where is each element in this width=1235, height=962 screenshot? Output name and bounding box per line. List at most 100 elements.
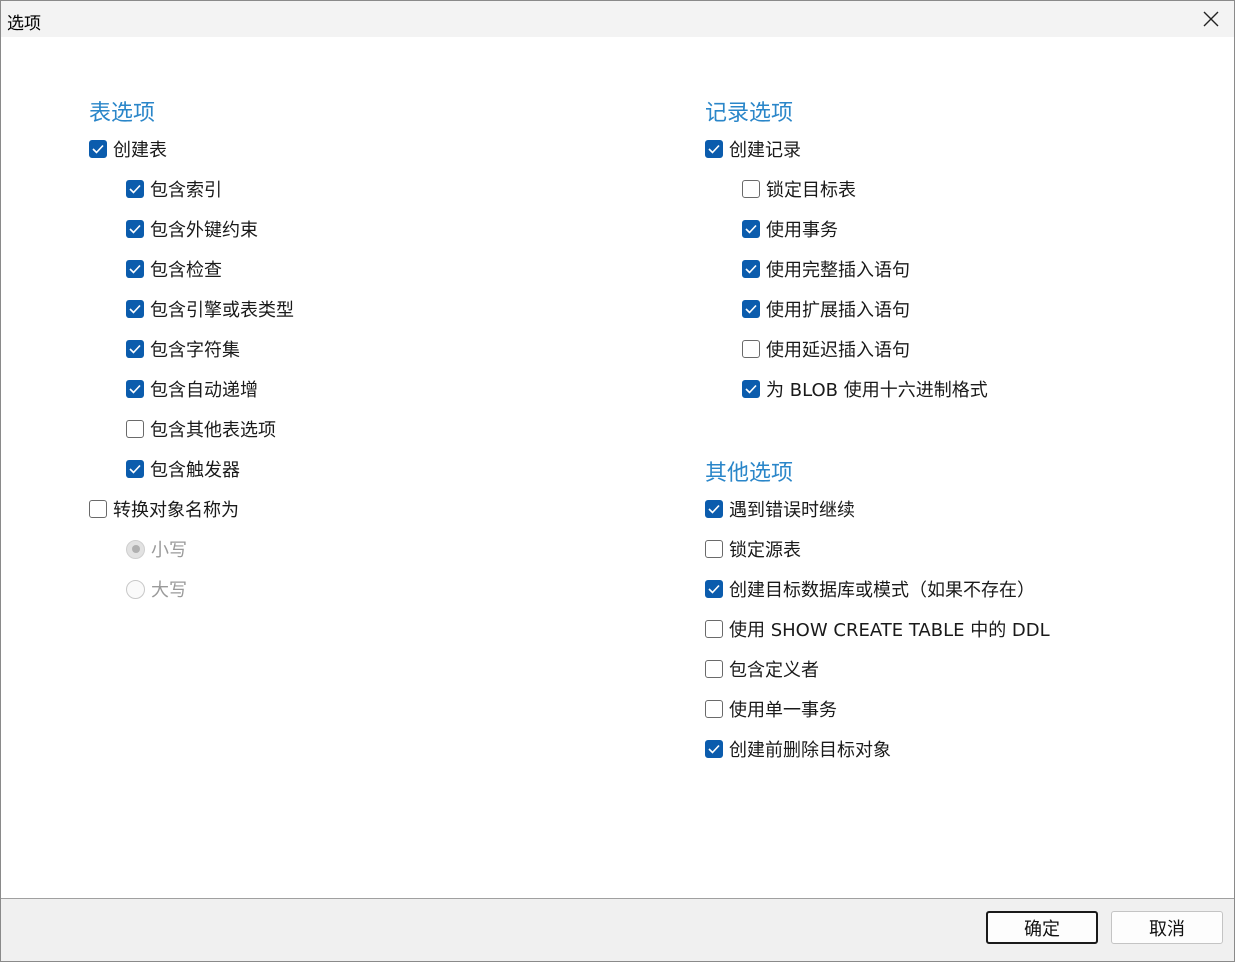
include-charset-checkbox[interactable] (126, 340, 144, 358)
use-transaction-label: 使用事务 (766, 220, 838, 241)
include-definer-label: 包含定义者 (729, 660, 819, 681)
include-triggers-label: 包含触发器 (150, 460, 240, 481)
check-icon (708, 144, 720, 154)
check-icon (129, 464, 141, 474)
use-transaction-option[interactable]: 使用事务 (742, 217, 838, 241)
include-definer-checkbox[interactable] (705, 660, 723, 678)
include-foreign-keys-label: 包含外键约束 (150, 220, 258, 241)
window-title: 选项 (7, 14, 41, 34)
cancel-button[interactable]: 取消 (1111, 911, 1223, 944)
delayed-insert-checkbox[interactable] (742, 340, 760, 358)
ok-button[interactable]: 确定 (986, 911, 1098, 944)
include-checks-option[interactable]: 包含检查 (126, 257, 222, 281)
check-icon (745, 304, 757, 314)
include-other-table-options-checkbox[interactable] (126, 420, 144, 438)
uppercase-label: 大写 (151, 580, 187, 601)
complete-insert-option[interactable]: 使用完整插入语句 (742, 257, 910, 281)
include-foreign-keys-checkbox[interactable] (126, 220, 144, 238)
include-triggers-option[interactable]: 包含触发器 (126, 457, 240, 481)
include-triggers-checkbox[interactable] (126, 460, 144, 478)
check-icon (129, 224, 141, 234)
use-transaction-checkbox[interactable] (742, 220, 760, 238)
create-records-option[interactable]: 创建记录 (705, 137, 801, 161)
close-button[interactable] (1188, 1, 1234, 37)
check-icon (745, 384, 757, 394)
check-icon (129, 264, 141, 274)
other-options-title: 其他选项 (705, 461, 794, 486)
complete-insert-checkbox[interactable] (742, 260, 760, 278)
include-indexes-option[interactable]: 包含索引 (126, 177, 222, 201)
check-icon (129, 344, 141, 354)
uppercase-option: 大写 (126, 577, 187, 601)
include-indexes-checkbox[interactable] (126, 180, 144, 198)
options-dialog: 选项 表选项 创建表 包含索引 包含外键约束 包含检查 包含引擎或表类型 包含字… (0, 0, 1235, 962)
convert-names-option[interactable]: 转换对象名称为 (89, 497, 239, 521)
drop-target-objects-label: 创建前删除目标对象 (729, 740, 891, 761)
extended-insert-label: 使用扩展插入语句 (766, 300, 910, 321)
check-icon (708, 504, 720, 514)
include-engine-label: 包含引擎或表类型 (150, 300, 294, 321)
complete-insert-label: 使用完整插入语句 (766, 260, 910, 281)
check-icon (745, 224, 757, 234)
create-target-database-label: 创建目标数据库或模式（如果不存在） (729, 580, 1035, 601)
blob-hex-option[interactable]: 为 BLOB 使用十六进制格式 (742, 377, 988, 401)
create-target-database-option[interactable]: 创建目标数据库或模式（如果不存在） (705, 577, 1035, 601)
include-engine-checkbox[interactable] (126, 300, 144, 318)
create-records-checkbox[interactable] (705, 140, 723, 158)
table-options-title: 表选项 (89, 101, 156, 126)
drop-target-objects-checkbox[interactable] (705, 740, 723, 758)
lock-source-tables-option[interactable]: 锁定源表 (705, 537, 801, 561)
check-icon (129, 184, 141, 194)
title-bar: 选项 (1, 1, 1234, 37)
continue-on-error-label: 遇到错误时继续 (729, 500, 855, 521)
use-show-create-ddl-label: 使用 SHOW CREATE TABLE 中的 DDL (729, 620, 1050, 641)
include-indexes-label: 包含索引 (150, 180, 222, 201)
include-definer-option[interactable]: 包含定义者 (705, 657, 819, 681)
continue-on-error-option[interactable]: 遇到错误时继续 (705, 497, 855, 521)
check-icon (745, 264, 757, 274)
blob-hex-label: 为 BLOB 使用十六进制格式 (766, 380, 988, 401)
lowercase-label: 小写 (151, 540, 187, 561)
check-icon (708, 744, 720, 754)
lock-target-table-label: 锁定目标表 (766, 180, 856, 201)
create-table-checkbox[interactable] (89, 140, 107, 158)
delayed-insert-label: 使用延迟插入语句 (766, 340, 910, 361)
continue-on-error-checkbox[interactable] (705, 500, 723, 518)
delayed-insert-option[interactable]: 使用延迟插入语句 (742, 337, 910, 361)
check-icon (708, 584, 720, 594)
lock-target-table-option[interactable]: 锁定目标表 (742, 177, 856, 201)
include-engine-option[interactable]: 包含引擎或表类型 (126, 297, 294, 321)
check-icon (92, 144, 104, 154)
blob-hex-checkbox[interactable] (742, 380, 760, 398)
use-show-create-ddl-option[interactable]: 使用 SHOW CREATE TABLE 中的 DDL (705, 617, 1050, 641)
include-checks-label: 包含检查 (150, 260, 222, 281)
record-options-title: 记录选项 (705, 101, 794, 126)
lowercase-radio (126, 539, 145, 559)
extended-insert-checkbox[interactable] (742, 300, 760, 318)
include-foreign-keys-option[interactable]: 包含外键约束 (126, 217, 258, 241)
convert-names-checkbox[interactable] (89, 500, 107, 518)
include-checks-checkbox[interactable] (126, 260, 144, 278)
close-icon (1203, 11, 1219, 27)
single-transaction-option[interactable]: 使用单一事务 (705, 697, 837, 721)
content-area: 表选项 创建表 包含索引 包含外键约束 包含检查 包含引擎或表类型 包含字符集 … (1, 37, 1234, 898)
single-transaction-checkbox[interactable] (705, 700, 723, 718)
use-show-create-ddl-checkbox[interactable] (705, 620, 723, 638)
extended-insert-option[interactable]: 使用扩展插入语句 (742, 297, 910, 321)
create-target-database-checkbox[interactable] (705, 580, 723, 598)
convert-names-label: 转换对象名称为 (113, 500, 239, 521)
lock-target-table-checkbox[interactable] (742, 180, 760, 198)
check-icon (129, 304, 141, 314)
create-table-option[interactable]: 创建表 (89, 137, 167, 161)
drop-target-objects-option[interactable]: 创建前删除目标对象 (705, 737, 891, 761)
dialog-footer: 确定 取消 (1, 898, 1234, 961)
include-auto-increment-option[interactable]: 包含自动递增 (126, 377, 258, 401)
include-auto-increment-checkbox[interactable] (126, 380, 144, 398)
include-other-table-options-option[interactable]: 包含其他表选项 (126, 417, 276, 441)
uppercase-radio (126, 579, 145, 599)
create-table-label: 创建表 (113, 140, 167, 161)
lock-source-tables-checkbox[interactable] (705, 540, 723, 558)
lock-source-tables-label: 锁定源表 (729, 540, 801, 561)
include-charset-option[interactable]: 包含字符集 (126, 337, 240, 361)
check-icon (129, 384, 141, 394)
